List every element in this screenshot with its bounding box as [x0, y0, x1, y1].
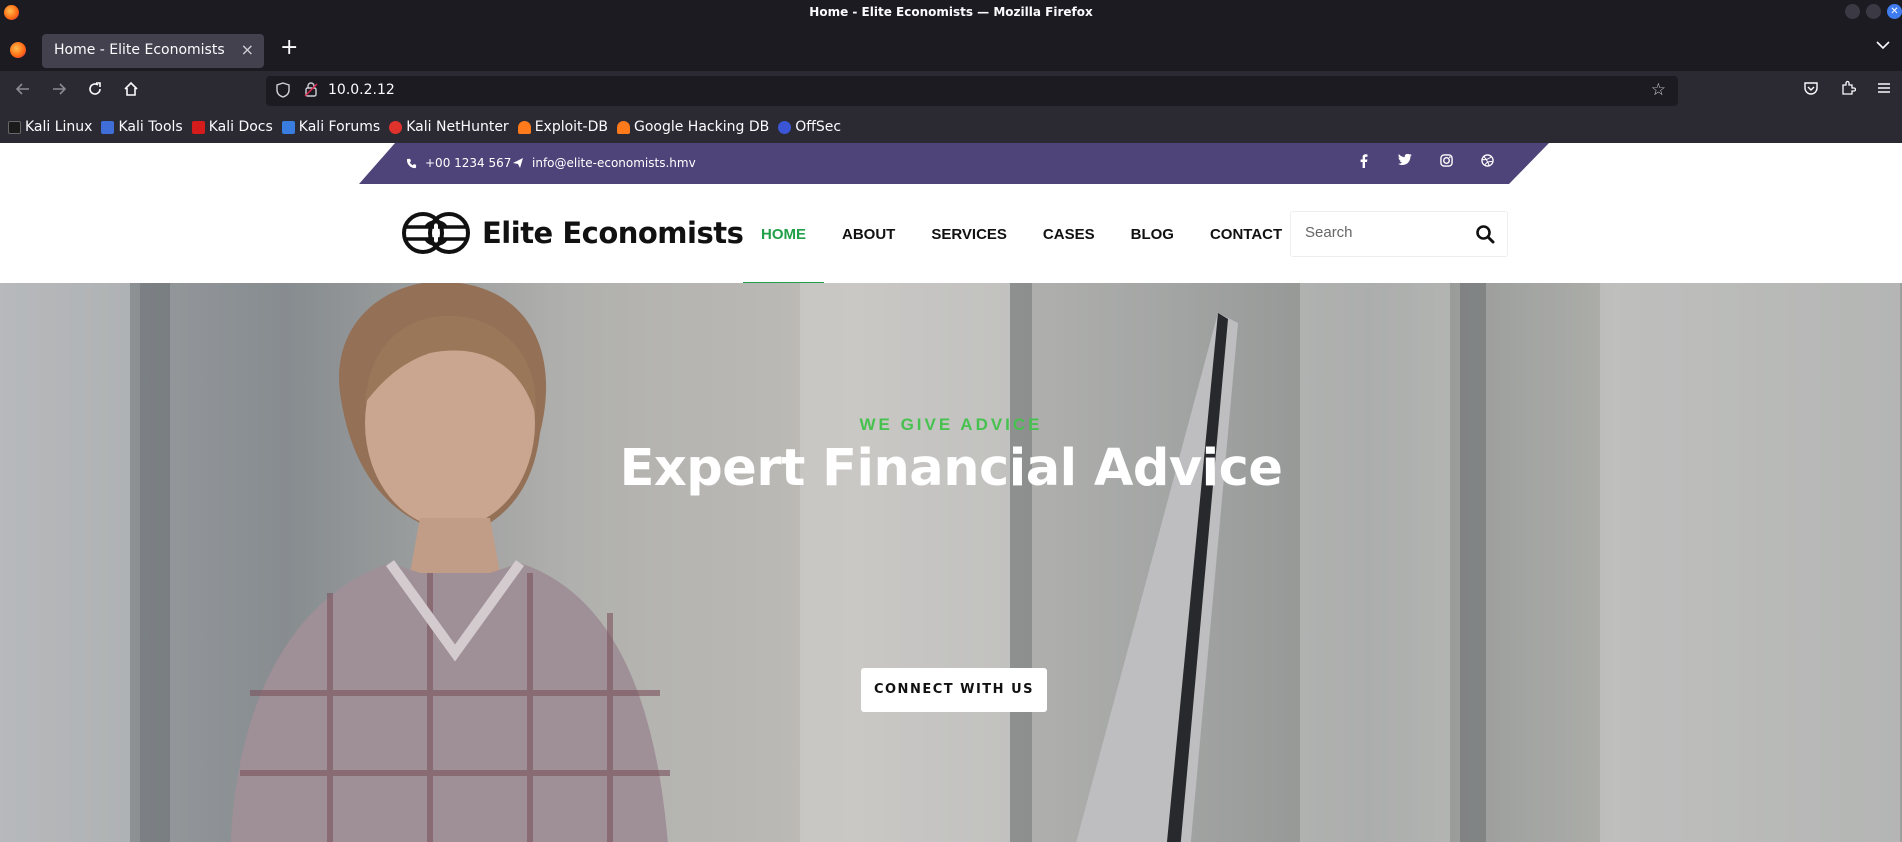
reload-button[interactable] [86, 80, 104, 103]
brand-mark-icon [402, 212, 470, 254]
bookmark-kali-forums[interactable]: Kali Forums [281, 119, 380, 135]
phone-icon [406, 158, 417, 168]
phone-number: +00 1234 567 [425, 156, 512, 170]
pocket-icon[interactable] [1803, 80, 1819, 100]
main-menu: HOME ABOUT SERVICES CASES BLOG CONTACT [743, 184, 1300, 284]
tab-bar: Home - Elite Economists × + [0, 26, 1902, 71]
hero-title: Expert Financial Advice [619, 439, 1283, 498]
bookmark-offsec[interactable]: OffSec [778, 119, 841, 135]
tab-close-icon[interactable]: × [241, 40, 254, 59]
new-tab-button[interactable]: + [280, 37, 298, 59]
window-controls: ✕ [1845, 4, 1902, 19]
hero-overlay [0, 283, 1902, 842]
brand-name: Elite Economists [482, 216, 744, 250]
maximize-button[interactable] [1866, 4, 1881, 19]
hero-subtitle: WE GIVE ADVICE [859, 415, 1043, 434]
list-all-tabs-icon[interactable] [1876, 38, 1890, 54]
bookmark-google-hacking-db[interactable]: Google Hacking DB [616, 119, 769, 135]
firefox-view-icon[interactable] [10, 42, 26, 58]
navigation-toolbar: 10.0.2.12 ☆ [0, 71, 1902, 111]
twitter-icon[interactable] [1396, 153, 1414, 170]
kali-dragon-icon [8, 120, 21, 134]
tab-home-elite-economists[interactable]: Home - Elite Economists × [42, 34, 264, 68]
window-title: Home - Elite Economists — Mozilla Firefo… [809, 5, 1093, 19]
site-search [1290, 211, 1508, 257]
bookmark-star-icon[interactable]: ☆ [1651, 80, 1666, 100]
kali-docs-icon [191, 120, 205, 134]
ghdb-icon [616, 120, 630, 134]
tab-label: Home - Elite Economists [54, 42, 225, 58]
minimize-button[interactable] [1845, 4, 1860, 19]
window-titlebar: Home - Elite Economists — Mozilla Firefo… [0, 0, 1902, 26]
tracking-protection-shield-icon[interactable] [276, 82, 290, 102]
kali-tools-icon [101, 120, 115, 134]
insecure-lock-icon[interactable] [304, 81, 318, 101]
back-button[interactable] [14, 80, 32, 103]
connect-with-us-button[interactable]: CONNECT WITH US [861, 668, 1047, 712]
nethunter-icon [389, 120, 403, 134]
address-bar[interactable]: 10.0.2.12 ☆ [266, 76, 1678, 106]
menu-item-cases[interactable]: CASES [1025, 184, 1113, 284]
phone-contact[interactable]: +00 1234 567 [406, 156, 511, 170]
dribbble-icon[interactable] [1478, 154, 1496, 171]
home-button[interactable] [122, 80, 140, 103]
menu-item-blog[interactable]: BLOG [1113, 184, 1192, 284]
bookmark-kali-tools[interactable]: Kali Tools [101, 119, 183, 135]
bookmark-exploit-db[interactable]: Exploit-DB [517, 119, 608, 135]
bookmark-kali-linux[interactable]: Kali Linux [8, 119, 92, 135]
close-window-button[interactable]: ✕ [1887, 4, 1902, 19]
exploit-db-icon [517, 120, 531, 134]
site-header: Elite Economists HOME ABOUT SERVICES CAS… [0, 184, 1902, 284]
menu-item-about[interactable]: ABOUT [824, 184, 913, 284]
bookmark-kali-nethunter[interactable]: Kali NetHunter [389, 119, 509, 135]
bookmark-kali-docs[interactable]: Kali Docs [191, 119, 273, 135]
forward-button[interactable] [50, 80, 68, 103]
search-input[interactable] [1305, 224, 1465, 241]
menu-item-home[interactable]: HOME [743, 184, 824, 284]
menu-item-contact[interactable]: CONTACT [1192, 184, 1300, 284]
email-contact[interactable]: info@elite-economists.hmv [512, 156, 696, 170]
kali-forums-icon [281, 120, 295, 134]
offsec-icon [778, 120, 792, 134]
instagram-icon[interactable] [1437, 154, 1455, 171]
email-address: info@elite-economists.hmv [532, 156, 696, 170]
bookmarks-toolbar: Kali Linux Kali Tools Kali Docs Kali For… [0, 111, 1902, 143]
url-text[interactable]: 10.0.2.12 [328, 82, 395, 98]
site-logo[interactable]: Elite Economists [400, 210, 744, 256]
search-icon[interactable] [1475, 224, 1495, 248]
send-icon [513, 158, 523, 168]
extensions-icon[interactable] [1840, 80, 1857, 100]
facebook-icon[interactable] [1355, 154, 1373, 172]
web-page: +00 1234 567 info@elite-economists.hmv E… [0, 143, 1902, 842]
hero-section [0, 283, 1902, 842]
menu-item-services[interactable]: SERVICES [913, 184, 1025, 284]
app-menu-icon[interactable] [1876, 80, 1892, 100]
